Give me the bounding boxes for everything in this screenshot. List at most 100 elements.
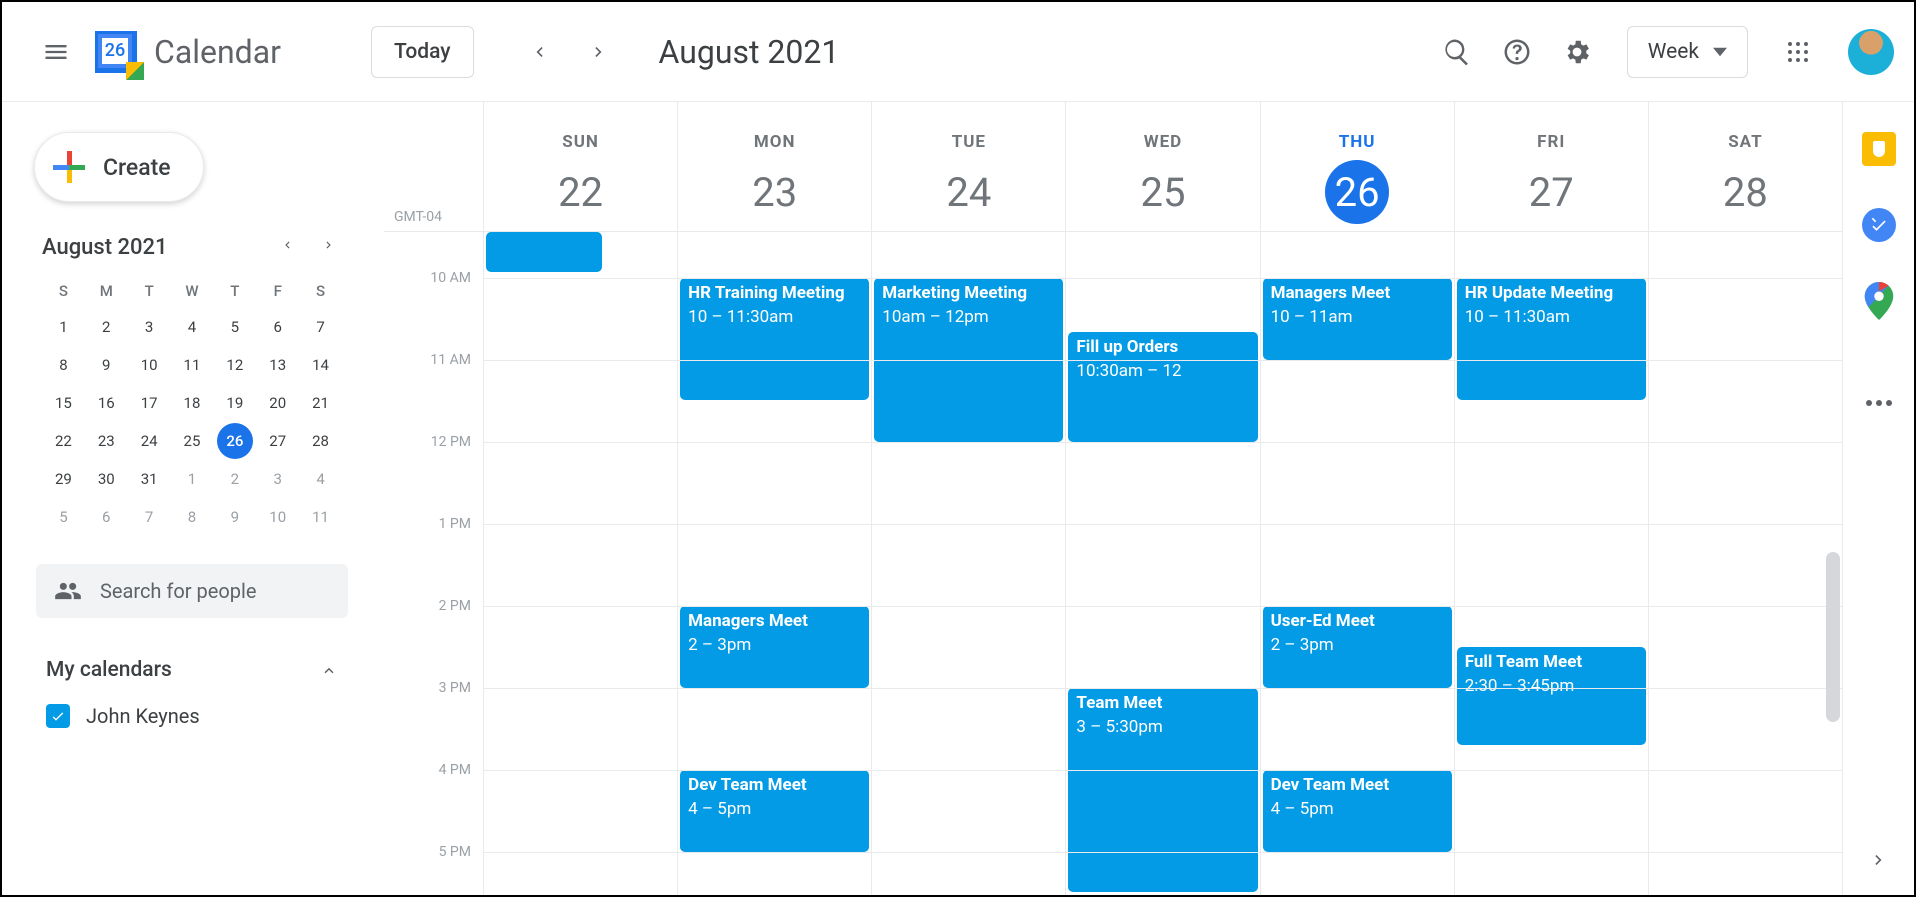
calendar-event[interactable]: Managers Meet2 – 3pm bbox=[680, 606, 869, 688]
day-header-number[interactable]: 22 bbox=[549, 160, 613, 224]
mini-day[interactable]: 6 bbox=[260, 309, 296, 345]
search-button[interactable] bbox=[1433, 28, 1481, 76]
mini-day[interactable]: 24 bbox=[131, 423, 167, 459]
calendar-event[interactable]: Full Team Meet2:30 – 3:45pm bbox=[1457, 647, 1646, 745]
show-side-panel-button[interactable] bbox=[1862, 843, 1896, 877]
mini-day[interactable]: 17 bbox=[131, 385, 167, 421]
support-button[interactable] bbox=[1493, 28, 1541, 76]
calendar-event[interactable]: User-Ed Meet2 – 3pm bbox=[1263, 606, 1452, 688]
mini-day[interactable]: 4 bbox=[303, 461, 339, 497]
mini-day[interactable]: 11 bbox=[303, 499, 339, 535]
mini-day[interactable]: 30 bbox=[88, 461, 124, 497]
mini-day[interactable]: 1 bbox=[45, 309, 81, 345]
mini-day[interactable]: 7 bbox=[131, 499, 167, 535]
calendar-list-item[interactable]: John Keynes bbox=[46, 704, 338, 728]
my-calendars-toggle[interactable]: My calendars bbox=[46, 658, 338, 682]
mini-prev-month[interactable] bbox=[274, 232, 300, 262]
tasks-icon[interactable] bbox=[1862, 208, 1896, 242]
mini-day[interactable]: 23 bbox=[88, 423, 124, 459]
event-time: 10 – 11:30am bbox=[688, 306, 861, 330]
day-header-dow: FRI bbox=[1455, 132, 1648, 152]
mini-day[interactable]: 18 bbox=[174, 385, 210, 421]
plus-icon bbox=[53, 151, 85, 183]
prev-period-button[interactable] bbox=[519, 32, 559, 72]
mini-day[interactable]: 8 bbox=[45, 347, 81, 383]
day-header-number[interactable]: 24 bbox=[937, 160, 1001, 224]
search-people-input[interactable]: Search for people bbox=[36, 564, 348, 618]
day-column[interactable]: HR Update Meeting10 – 11:30am Full Team M… bbox=[1454, 232, 1648, 895]
settings-button[interactable] bbox=[1553, 28, 1601, 76]
day-header-number[interactable]: 23 bbox=[743, 160, 807, 224]
mini-day[interactable]: 10 bbox=[260, 499, 296, 535]
mini-day[interactable]: 15 bbox=[45, 385, 81, 421]
day-column[interactable] bbox=[1648, 232, 1842, 895]
mini-day[interactable]: 14 bbox=[303, 347, 339, 383]
google-apps-button[interactable] bbox=[1774, 28, 1822, 76]
view-switcher[interactable]: Week bbox=[1627, 26, 1748, 78]
mini-day[interactable]: 21 bbox=[303, 385, 339, 421]
mini-day[interactable]: 16 bbox=[88, 385, 124, 421]
day-column[interactable] bbox=[483, 232, 677, 895]
mini-day[interactable]: 5 bbox=[217, 309, 253, 345]
keep-icon[interactable] bbox=[1862, 132, 1896, 166]
mini-day[interactable]: 22 bbox=[45, 423, 81, 459]
day-header-number[interactable]: 26 bbox=[1325, 160, 1389, 224]
mini-day[interactable]: 1 bbox=[174, 461, 210, 497]
mini-day[interactable]: 9 bbox=[88, 347, 124, 383]
mini-day[interactable]: 26 bbox=[217, 423, 253, 459]
mini-day[interactable]: 2 bbox=[217, 461, 253, 497]
day-column[interactable]: Managers Meet10 – 11am User-Ed Meet2 – 3p… bbox=[1260, 232, 1454, 895]
day-header-number[interactable]: 27 bbox=[1519, 160, 1583, 224]
create-button[interactable]: Create bbox=[34, 132, 204, 202]
day-header-number[interactable]: 28 bbox=[1713, 160, 1777, 224]
mini-day[interactable]: 8 bbox=[174, 499, 210, 535]
mini-day[interactable]: 3 bbox=[260, 461, 296, 497]
mini-day[interactable]: 28 bbox=[303, 423, 339, 459]
mini-day[interactable]: 5 bbox=[45, 499, 81, 535]
calendar-event[interactable]: Team Meet3 – 5:30pm bbox=[1068, 688, 1257, 892]
hour-gridline bbox=[483, 442, 1842, 443]
calendar-event[interactable]: Fill up Orders10:30am – 12 bbox=[1068, 332, 1257, 442]
app-logo[interactable]: 26 Calendar bbox=[90, 26, 281, 78]
calendar-event[interactable]: Dev Team Meet4 – 5pm bbox=[1263, 770, 1452, 852]
scrollbar-thumb[interactable] bbox=[1826, 552, 1840, 722]
calendar-event[interactable] bbox=[486, 232, 602, 272]
main-menu-button[interactable] bbox=[32, 28, 80, 76]
mini-day[interactable]: 2 bbox=[88, 309, 124, 345]
calendar-name: John Keynes bbox=[86, 704, 200, 728]
mini-day[interactable]: 9 bbox=[217, 499, 253, 535]
mini-day[interactable]: 4 bbox=[174, 309, 210, 345]
mini-day[interactable]: 11 bbox=[174, 347, 210, 383]
day-header-number[interactable]: 25 bbox=[1131, 160, 1195, 224]
mini-day[interactable]: 13 bbox=[260, 347, 296, 383]
mini-day[interactable]: 31 bbox=[131, 461, 167, 497]
mini-day[interactable]: 25 bbox=[174, 423, 210, 459]
mini-day[interactable]: 3 bbox=[131, 309, 167, 345]
mini-next-month[interactable] bbox=[316, 232, 342, 262]
mini-day[interactable]: 7 bbox=[303, 309, 339, 345]
event-time: 2:30 – 3:45pm bbox=[1465, 675, 1638, 699]
calendar-event[interactable]: Dev Team Meet4 – 5pm bbox=[680, 770, 869, 852]
today-button[interactable]: Today bbox=[371, 26, 474, 78]
calendar-event[interactable]: HR Update Meeting10 – 11:30am bbox=[1457, 278, 1646, 400]
more-addons-button[interactable] bbox=[1866, 400, 1892, 406]
mini-day[interactable]: 10 bbox=[131, 347, 167, 383]
mini-day[interactable]: 27 bbox=[260, 423, 296, 459]
next-period-button[interactable] bbox=[579, 32, 619, 72]
account-avatar[interactable] bbox=[1848, 29, 1894, 75]
mini-day[interactable]: 29 bbox=[45, 461, 81, 497]
calendar-checkbox[interactable] bbox=[46, 704, 70, 728]
mini-day[interactable]: 12 bbox=[217, 347, 253, 383]
maps-icon[interactable] bbox=[1862, 284, 1896, 318]
calendar-event[interactable]: Managers Meet10 – 11am bbox=[1263, 278, 1452, 360]
day-header-dow: SAT bbox=[1649, 132, 1842, 152]
mini-day[interactable]: 20 bbox=[260, 385, 296, 421]
day-column[interactable]: Fill up Orders10:30am – 12 Team Meet3 – 5… bbox=[1065, 232, 1259, 895]
mini-day[interactable]: 19 bbox=[217, 385, 253, 421]
event-time: 10 – 11am bbox=[1271, 306, 1444, 330]
calendar-event[interactable]: HR Training Meeting10 – 11:30am bbox=[680, 278, 869, 400]
day-column[interactable]: Marketing Meeting10am – 12pm bbox=[871, 232, 1065, 895]
event-title: User-Ed Meet bbox=[1271, 610, 1444, 634]
mini-day[interactable]: 6 bbox=[88, 499, 124, 535]
day-column[interactable]: HR Training Meeting10 – 11:30am Managers … bbox=[677, 232, 871, 895]
